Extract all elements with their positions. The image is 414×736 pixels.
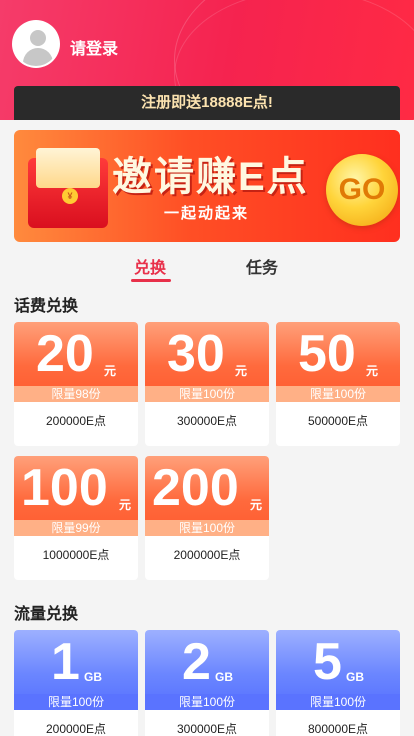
card-price: 2000000E点 (173, 548, 241, 562)
phone-card[interactable]: 200 元 限量100份 2000000E点 (145, 456, 269, 580)
card-limit: 限量100份 (145, 520, 269, 536)
phone-card[interactable]: 50 元 限量100份 500000E点 (276, 322, 400, 446)
phone-card[interactable]: 30 元 限量100份 300000E点 (145, 322, 269, 446)
banner-subtitle: 一起动起来 (164, 205, 250, 222)
card-price: 200000E点 (45, 722, 107, 736)
card-amount: 30 (167, 325, 225, 383)
phone-section-title: 话费兑换 (14, 298, 79, 315)
banner-title: 邀请赚E点 (112, 155, 309, 199)
data-section-title: 流量兑换 (14, 606, 79, 623)
card-limit: 限量98份 (14, 386, 138, 402)
card-unit: 元 (119, 498, 132, 512)
invite-banner[interactable]: ¥ 邀请赚E点 一起动起来 GO (14, 130, 400, 242)
card-limit: 限量100份 (276, 694, 400, 710)
envelope-card-icon (36, 148, 100, 188)
phone-card[interactable]: 20 元 限量98份 200000E点 (14, 322, 138, 446)
go-button[interactable]: GO (326, 154, 398, 226)
card-unit: GB (215, 670, 233, 684)
tab-tasks[interactable]: 任务 (246, 254, 278, 278)
tab-bar: 兑换 任务 (0, 252, 414, 282)
avatar-body-icon (23, 48, 53, 66)
avatar[interactable] (12, 20, 60, 68)
card-amount: 50 (298, 325, 356, 383)
login-link[interactable]: 请登录 (70, 35, 118, 59)
data-card[interactable]: 5 GB 限量100份 800000E点 (276, 630, 400, 736)
signup-bonus-notice: 注册即送18888E点! (14, 86, 400, 120)
card-amount: 20 (36, 325, 94, 383)
card-limit: 限量100份 (14, 694, 138, 710)
card-price: 200000E点 (45, 414, 107, 428)
card-unit: GB (346, 670, 364, 684)
card-limit: 限量99份 (14, 520, 138, 536)
card-amount: 200 (152, 459, 239, 517)
card-unit: 元 (235, 364, 248, 378)
card-limit: 限量100份 (145, 386, 269, 402)
data-card[interactable]: 1 GB 限量100份 200000E点 (14, 630, 138, 736)
coin-icon: ¥ (62, 188, 78, 204)
card-price: 800000E点 (307, 722, 369, 736)
card-amount: 2 (182, 633, 211, 691)
card-unit: 元 (250, 498, 263, 512)
avatar-head-icon (30, 30, 46, 46)
card-price: 500000E点 (307, 414, 369, 428)
card-limit: 限量100份 (145, 694, 269, 710)
card-price: 1000000E点 (42, 548, 110, 562)
card-limit: 限量100份 (276, 386, 400, 402)
card-amount: 100 (21, 459, 108, 517)
card-price: 300000E点 (176, 722, 238, 736)
card-price: 300000E点 (176, 414, 238, 428)
active-tab-indicator (131, 279, 171, 282)
card-unit: 元 (104, 364, 117, 378)
card-amount: 5 (313, 633, 342, 691)
tab-exchange[interactable]: 兑换 (134, 254, 166, 278)
data-card[interactable]: 2 GB 限量100份 300000E点 (145, 630, 269, 736)
card-unit: GB (84, 670, 102, 684)
card-unit: 元 (366, 364, 379, 378)
phone-card[interactable]: 100 元 限量99份 1000000E点 (14, 456, 138, 580)
card-amount: 1 (51, 633, 80, 691)
